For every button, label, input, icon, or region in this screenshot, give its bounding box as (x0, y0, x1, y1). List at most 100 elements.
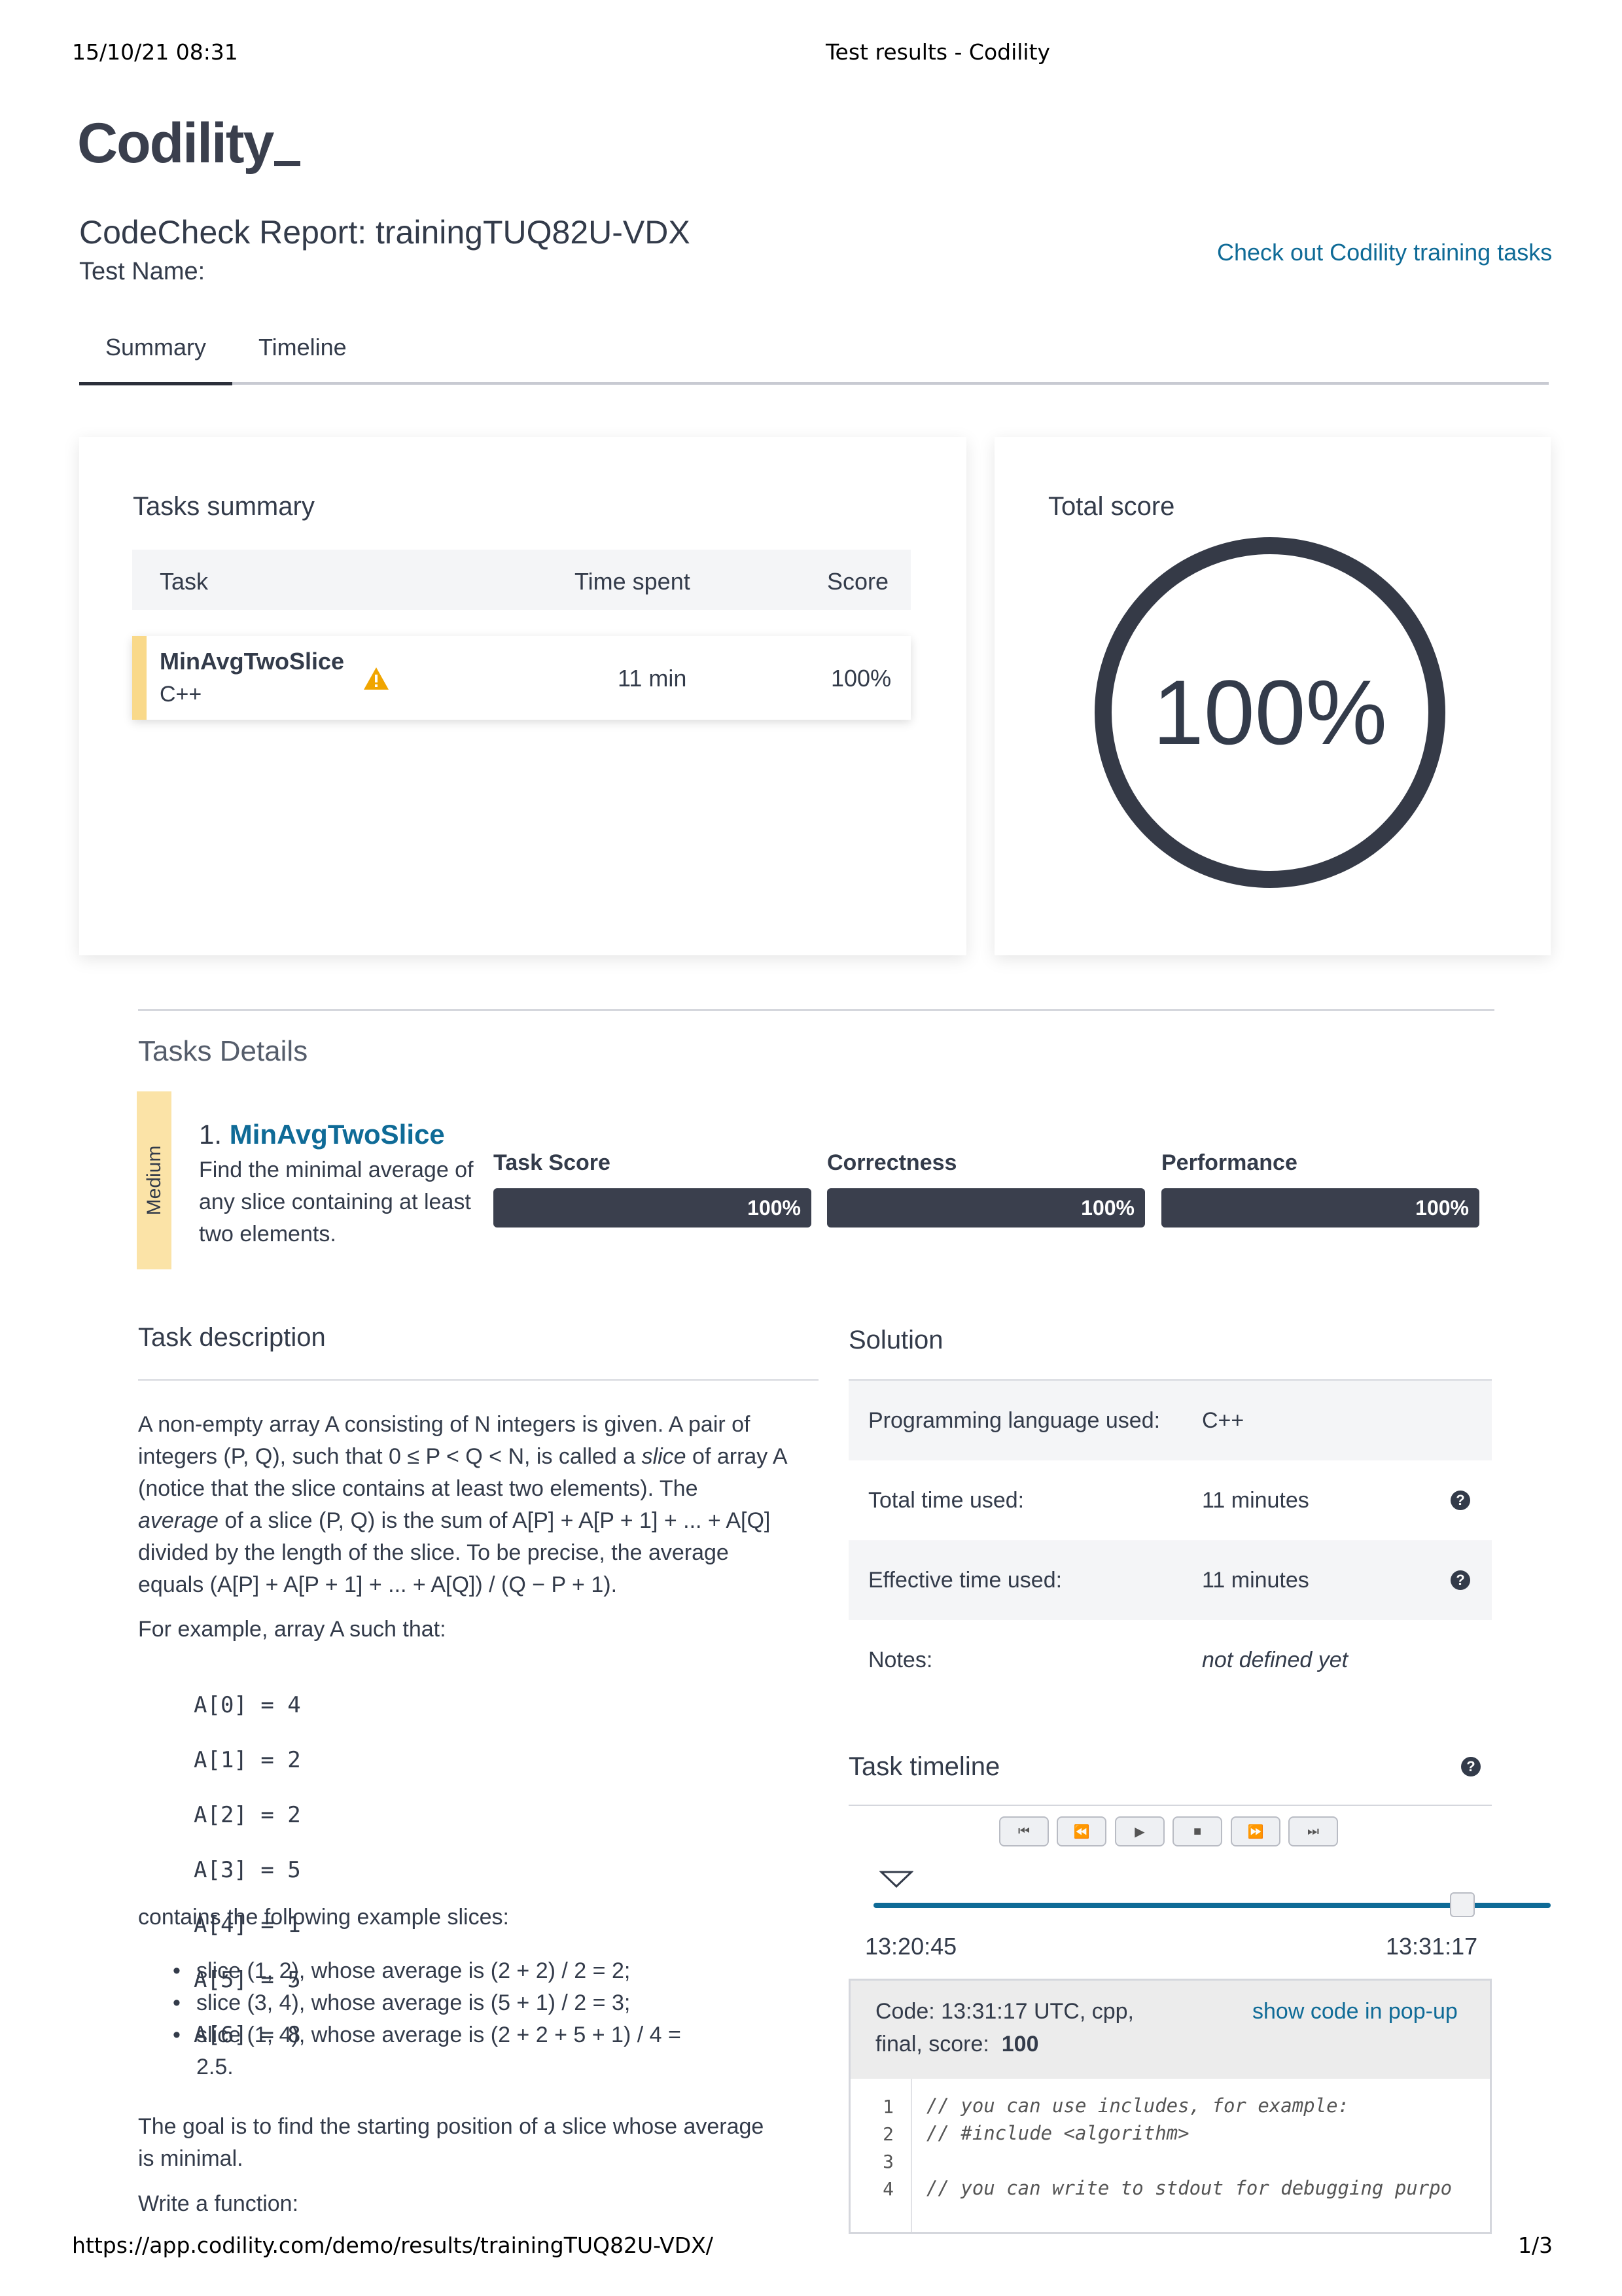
tab-summary[interactable]: Summary (105, 334, 206, 361)
help-icon[interactable]: ? (1451, 1491, 1470, 1510)
help-icon[interactable]: ? (1451, 1570, 1470, 1590)
desc-emphasis: slice (641, 1444, 686, 1469)
example-slices-list: • slice (1, 2), whose average is (2 + 2) … (173, 1955, 681, 2083)
difficulty-stripe (132, 636, 147, 720)
bullet-glyph: • (173, 2022, 181, 2047)
stop-button[interactable]: ■ (1172, 1816, 1222, 1846)
write-function-text: Write a function: (138, 2191, 299, 2216)
difficulty-label: Medium (143, 1145, 165, 1216)
array-line: A[1] = 2 (194, 1747, 301, 1773)
example-slices-intro: contains the following example slices: (138, 1905, 509, 1930)
task-description-divider (138, 1379, 819, 1381)
solution-value: C++ (1202, 1408, 1244, 1433)
print-page-number: 1/3 (1518, 2233, 1553, 2258)
solution-row-notes: Notes: not defined yet (849, 1620, 1492, 1700)
line-number: 3 (883, 2151, 894, 2172)
task-score-label: Task Score (493, 1150, 610, 1175)
timeline-divider (849, 1805, 1492, 1806)
solution-value: 11 minutes (1202, 1568, 1309, 1593)
task-number: 1. (199, 1119, 222, 1150)
performance-bar-value: 100% (1415, 1195, 1469, 1220)
active-tab-indicator (79, 382, 232, 385)
task-description-title: Task description (138, 1323, 326, 1352)
solution-row-language: Programming language used: C++ (849, 1381, 1492, 1460)
print-page-title: Test results - Codility (826, 39, 1051, 65)
print-footer-url: https://app.codility.com/demo/results/tr… (72, 2233, 713, 2258)
codility-logo[interactable]: Codility (77, 111, 301, 176)
first-step-button[interactable]: ⏮ (999, 1816, 1049, 1846)
task-score: 100% (831, 665, 892, 692)
last-step-button[interactable]: ⏭ (1288, 1816, 1338, 1846)
score-value: 100 (1001, 2032, 1039, 2057)
task-name[interactable]: MinAvgTwoSlice (160, 648, 344, 675)
code-panel: Code: 13:31:17 UTC, cpp, final, score: 1… (849, 1979, 1492, 2234)
desc-line: A non-empty array A consisting of N inte… (138, 1412, 750, 1437)
column-time-spent: Time spent (574, 568, 690, 595)
tasks-summary-header: Task Time spent Score (132, 550, 911, 610)
task-heading: 1. MinAvgTwoSlice (199, 1119, 445, 1150)
goal-paragraph: The goal is to find the starting positio… (138, 2111, 764, 2175)
list-item: • slice (3, 4), whose average is (5 + 1) … (173, 1987, 681, 2019)
correctness-label: Correctness (827, 1150, 957, 1175)
help-icon[interactable]: ? (1461, 1757, 1481, 1776)
warning-icon[interactable] (362, 666, 390, 691)
difficulty-tag: Medium (137, 1091, 171, 1269)
tasks-summary-title: Tasks summary (133, 492, 315, 521)
code-line: // #include <algorithm> (926, 2122, 1190, 2144)
solution-key: Effective time used: (868, 1568, 1063, 1593)
play-button[interactable]: ▶ (1115, 1816, 1165, 1846)
array-line: A[3] = 5 (194, 1857, 301, 1883)
fast-forward-button[interactable]: ⏩ (1231, 1816, 1280, 1846)
task-score-bar: 100% (493, 1188, 811, 1227)
timeline-start-time: 13:20:45 (865, 1933, 957, 1960)
task-timeline-title: Task timeline (849, 1752, 1000, 1781)
task-name-link[interactable]: MinAvgTwoSlice (230, 1119, 445, 1150)
timeline-slider-track (873, 1903, 1551, 1908)
task-summary: Find the minimal average of any slice co… (199, 1157, 474, 1246)
table-row[interactable]: MinAvgTwoSlice C++ 11 min 100% (132, 636, 911, 720)
desc-emphasis: average (138, 1508, 219, 1533)
performance-bar: 100% (1161, 1188, 1479, 1227)
solution-value: 11 minutes (1202, 1488, 1309, 1513)
task-time-spent: 11 min (618, 665, 687, 692)
performance-label: Performance (1161, 1150, 1297, 1175)
timeline-slider-handle[interactable] (1450, 1892, 1475, 1917)
column-task: Task (160, 568, 209, 595)
training-tasks-link[interactable]: Check out Codility training tasks (1217, 239, 1552, 266)
solution-row-total-time: Total time used: 11 minutes ? (849, 1460, 1492, 1540)
code-snapshot-info: Code: 13:31:17 UTC, cpp, (875, 1999, 1135, 2024)
desc-line: (notice that the slice contains at least… (138, 1476, 698, 1501)
tab-timeline[interactable]: Timeline (258, 334, 347, 361)
task-score-bar-value: 100% (747, 1195, 801, 1220)
show-code-popup-link[interactable]: show code in pop-up (1252, 1999, 1458, 2024)
correctness-bar-value: 100% (1081, 1195, 1135, 1220)
bullet-glyph: • (173, 1990, 181, 2015)
list-item: • slice (1, 4), whose average is (2 + 2 +… (173, 2019, 681, 2051)
list-item-text: slice (1, 4), whose average is (2 + 2 + … (196, 2022, 681, 2047)
desc-line: equals (A[P] + A[P + 1] + ... + A[Q]) / … (138, 1572, 618, 1597)
desc-line: The goal is to find the starting positio… (138, 2114, 764, 2139)
list-item-text: slice (3, 4), whose average is (5 + 1) /… (196, 1990, 631, 2015)
column-score: Score (827, 568, 889, 595)
desc-text: integers (P, Q), such that 0 ≤ P < Q < N… (138, 1444, 642, 1469)
correctness-bar: 100% (827, 1188, 1145, 1227)
solution-key: Total time used: (868, 1488, 1025, 1513)
code-line: // you can use includes, for example: (926, 2094, 1350, 2117)
desc-line: average of a slice (P, Q) is the sum of … (138, 1505, 788, 1537)
timeline-slider[interactable] (873, 1892, 1551, 1917)
array-line: A[2] = 2 (194, 1802, 301, 1828)
line-number: 2 (883, 2123, 894, 2145)
code-gutter: 1 2 3 4 (851, 2079, 912, 2232)
task-language: C++ (160, 682, 202, 707)
task-description-paragraph: A non-empty array A consisting of N inte… (138, 1409, 788, 1601)
tasks-details-title: Tasks Details (138, 1035, 308, 1067)
section-divider (138, 1009, 1494, 1011)
tab-bar: Summary Timeline (79, 327, 1549, 385)
total-score-title: Total score (1048, 492, 1175, 521)
list-item-continuation: 2.5. (196, 2055, 234, 2079)
timeline-end-time: 13:31:17 (1386, 1933, 1478, 1960)
rewind-button[interactable]: ⏪ (1057, 1816, 1106, 1846)
score-prefix: final, score: (875, 2032, 989, 2057)
print-datetime: 15/10/21 08:31 (72, 39, 238, 65)
code-panel-header: Code: 13:31:17 UTC, cpp, final, score: 1… (851, 1981, 1490, 2079)
